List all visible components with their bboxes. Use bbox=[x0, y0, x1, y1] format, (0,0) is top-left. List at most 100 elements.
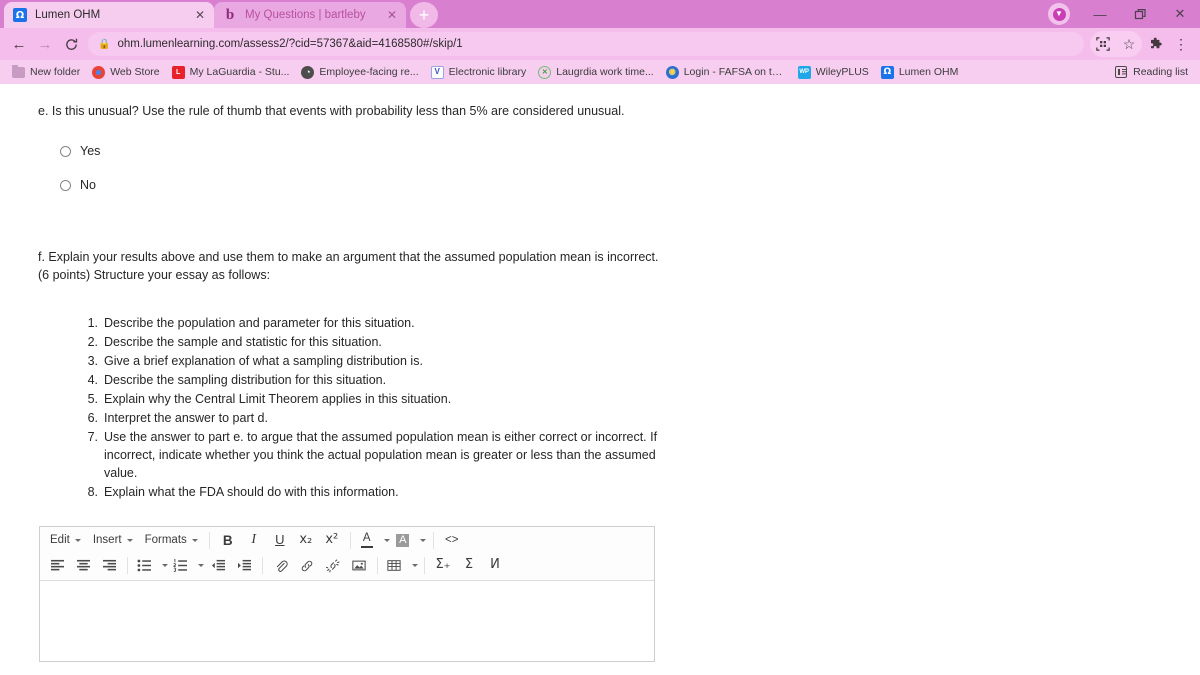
list-item-text: Interpret the answer to part d. bbox=[104, 410, 268, 425]
numbered-list-dropdown[interactable] bbox=[191, 555, 205, 577]
bookmark-star-icon[interactable]: ☆ bbox=[1116, 31, 1142, 57]
bookmark-my-laguardia[interactable]: L My LaGuardia - Stu... bbox=[166, 62, 296, 82]
minimize-button[interactable]: — bbox=[1080, 0, 1120, 28]
menu-edit[interactable]: Edit bbox=[44, 530, 87, 552]
indent-button[interactable] bbox=[231, 555, 257, 577]
list-item-text: Give a brief explanation of what a sampl… bbox=[104, 354, 423, 369]
question-part-e-choices: Yes No bbox=[38, 140, 660, 196]
text-color-dropdown[interactable] bbox=[378, 530, 392, 552]
align-left-button[interactable] bbox=[44, 555, 70, 577]
radio-button[interactable] bbox=[60, 179, 71, 191]
browser-menu-icon[interactable]: ⋮ bbox=[1168, 31, 1194, 57]
rich-text-editor: Edit Insert Formats B I U x₂ x² A A <> Σ… bbox=[39, 525, 655, 662]
bold-button[interactable]: B bbox=[215, 530, 241, 552]
close-icon[interactable]: ✕ bbox=[384, 7, 400, 23]
close-button[interactable]: ✕ bbox=[1160, 0, 1200, 28]
superscript-button[interactable]: x² bbox=[319, 530, 345, 552]
outdent-button[interactable] bbox=[205, 555, 231, 577]
special-character-button[interactable]: Ͷ bbox=[482, 555, 508, 577]
chevron-down-icon bbox=[411, 564, 418, 568]
background-color-button[interactable]: A bbox=[392, 530, 414, 552]
align-center-button[interactable] bbox=[70, 555, 96, 577]
radio-option-no[interactable]: No bbox=[60, 174, 660, 196]
menu-insert[interactable]: Insert bbox=[87, 530, 139, 552]
radio-option-yes[interactable]: Yes bbox=[60, 140, 660, 162]
bookmark-new-folder[interactable]: New folder bbox=[6, 62, 86, 82]
background-color-dropdown[interactable] bbox=[414, 530, 428, 552]
bookmark-laugrdia-work-time[interactable]: ✕ Laugrdia work time... bbox=[532, 62, 659, 82]
numbered-list-split bbox=[169, 555, 205, 577]
insert-table-button[interactable] bbox=[383, 555, 405, 577]
tab-bartleby[interactable]: b My Questions | bartleby ✕ bbox=[214, 2, 406, 28]
attachment-icon[interactable] bbox=[268, 555, 294, 577]
chevron-down-icon bbox=[384, 539, 391, 543]
new-tab-button[interactable]: + bbox=[410, 2, 438, 28]
essay-steps-list: 1. Describe the population and parameter… bbox=[38, 314, 660, 501]
bookmark-label: Login - FAFSA on th... bbox=[683, 66, 786, 78]
reload-icon[interactable] bbox=[58, 31, 84, 57]
menu-formats[interactable]: Formats bbox=[139, 530, 204, 552]
math-symbol-button[interactable]: Σ bbox=[456, 555, 482, 577]
unlink-icon[interactable] bbox=[320, 555, 346, 577]
bookmark-electronic-library[interactable]: V Electronic library bbox=[425, 62, 533, 82]
list-item-text: Explain what the FDA should do with this… bbox=[104, 485, 399, 500]
bullet-list-split bbox=[133, 555, 169, 577]
bookmark-label: Lumen OHM bbox=[898, 66, 959, 78]
insert-link-icon[interactable] bbox=[294, 555, 320, 577]
bullet-list-button[interactable] bbox=[133, 555, 155, 577]
tab-lumen-ohm[interactable]: Ω Lumen OHM ✕ bbox=[4, 2, 214, 28]
list-item-number: 3. bbox=[87, 354, 98, 369]
avatar[interactable]: ▼ bbox=[1048, 3, 1070, 25]
back-icon[interactable]: ← bbox=[6, 31, 32, 57]
subscript-button[interactable]: x₂ bbox=[293, 530, 319, 552]
insert-table-dropdown[interactable] bbox=[405, 555, 419, 577]
radio-label: No bbox=[80, 178, 96, 193]
list-item-text: Describe the sample and statistic for th… bbox=[104, 335, 382, 350]
chevron-down-icon bbox=[126, 539, 133, 543]
toolbar-divider bbox=[127, 557, 128, 575]
list-item-text: Use the answer to part e. to argue that … bbox=[104, 429, 658, 481]
browser-window: Ω Lumen OHM ✕ b My Questions | bartleby … bbox=[0, 0, 1200, 675]
extensions-puzzle-icon[interactable] bbox=[1142, 31, 1168, 57]
maximize-button[interactable] bbox=[1120, 0, 1160, 28]
bookmark-wileyplus[interactable]: WP WileyPLUS bbox=[792, 62, 875, 82]
reading-list-button[interactable]: Reading list bbox=[1109, 62, 1194, 82]
bookmark-fafsa-login[interactable]: ◉ Login - FAFSA on th... bbox=[660, 62, 792, 82]
bookmark-employee-facing[interactable]: ◔ Employee-facing re... bbox=[295, 62, 424, 82]
chevron-down-icon bbox=[420, 539, 427, 543]
toolbar-divider bbox=[377, 557, 378, 575]
menu-label: Insert bbox=[92, 534, 122, 547]
lock-icon: 🔒 bbox=[98, 38, 111, 50]
tab-title: My Questions | bartleby bbox=[245, 9, 366, 21]
green-circle-x-icon: ✕ bbox=[538, 65, 552, 79]
list-item: 5. Explain why the Central Limit Theorem… bbox=[78, 390, 660, 408]
window-controls: ▼ — ✕ bbox=[1048, 0, 1200, 28]
toolbar-divider bbox=[262, 557, 263, 575]
list-item: 4. Describe the sampling distribution fo… bbox=[78, 371, 660, 389]
omega-icon: Ω bbox=[13, 8, 27, 22]
bookmarks-bar: New folder Web Store L My LaGuardia - St… bbox=[0, 60, 1200, 84]
insert-image-icon[interactable] bbox=[346, 555, 372, 577]
align-right-button[interactable] bbox=[96, 555, 122, 577]
close-icon[interactable]: ✕ bbox=[192, 7, 208, 23]
insert-equation-button[interactable]: Σ₊ bbox=[430, 555, 456, 577]
qr-code-icon[interactable] bbox=[1090, 31, 1116, 57]
bullet-list-dropdown[interactable] bbox=[155, 555, 169, 577]
toolbar-divider bbox=[424, 557, 425, 575]
source-code-button[interactable]: <> bbox=[439, 530, 465, 552]
forward-icon[interactable]: → bbox=[32, 31, 58, 57]
text-color-button[interactable]: A bbox=[356, 530, 378, 552]
laguardia-icon: L bbox=[171, 65, 185, 79]
bookmark-lumen-ohm[interactable]: Ω Lumen OHM bbox=[875, 62, 965, 82]
radio-label: Yes bbox=[80, 144, 101, 159]
editor-text-area[interactable] bbox=[40, 580, 654, 661]
radio-button[interactable] bbox=[60, 145, 71, 157]
italic-button[interactable]: I bbox=[241, 530, 267, 552]
page-content: e. Is this unusual? Use the rule of thum… bbox=[0, 84, 1200, 675]
underline-button[interactable]: U bbox=[267, 530, 293, 552]
address-bar[interactable]: 🔒 ohm.lumenlearning.com/assess2/?cid=573… bbox=[88, 32, 1084, 56]
bookmark-web-store[interactable]: Web Store bbox=[86, 62, 165, 82]
question-part-f: f. Explain your results above and use th… bbox=[38, 248, 660, 502]
list-item: 1. Describe the population and parameter… bbox=[78, 314, 660, 332]
numbered-list-button[interactable] bbox=[169, 555, 191, 577]
